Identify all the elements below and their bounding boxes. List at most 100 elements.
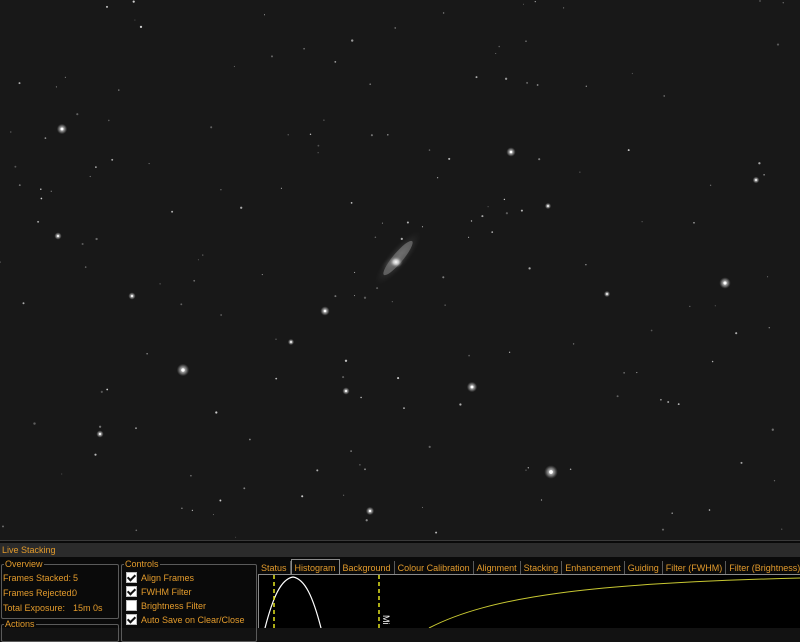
star [118, 89, 120, 91]
star [18, 82, 21, 85]
align-frames-checkbox[interactable]: Align Frames [126, 572, 194, 583]
star [243, 487, 246, 490]
auto-save-checkbox[interactable]: Auto Save on Clear/Close [126, 614, 245, 625]
star [509, 150, 513, 154]
star [572, 343, 575, 345]
star [334, 295, 337, 298]
star [99, 433, 101, 435]
star [359, 463, 361, 466]
star [763, 173, 765, 176]
star [650, 329, 653, 332]
checkbox-box[interactable] [126, 572, 137, 583]
star [263, 14, 266, 16]
star [689, 305, 691, 308]
tab-filter-fwhm[interactable]: Filter (FWHM) [663, 561, 727, 575]
star [585, 264, 587, 266]
tab-colour-calibration[interactable]: Colour Calibration [395, 561, 474, 575]
actions-legend: Actions [5, 619, 35, 629]
star [10, 131, 12, 133]
star [14, 165, 17, 168]
star [50, 190, 52, 192]
tab-enhancement[interactable]: Enhancement [562, 561, 625, 575]
star [334, 60, 337, 63]
tab-alignment[interactable]: Alignment [474, 561, 521, 575]
midpoint-marker-label: Mi [381, 615, 391, 625]
tab-guiding[interactable]: Guiding [625, 561, 663, 575]
total-exposure-value: 15m 0s [73, 603, 103, 613]
star [671, 512, 673, 514]
star [190, 474, 192, 477]
star [40, 188, 42, 191]
star [89, 175, 91, 178]
star [381, 222, 383, 224]
star [360, 396, 362, 399]
star [106, 388, 109, 391]
star [76, 113, 79, 116]
star [233, 65, 235, 68]
checkbox-box[interactable] [126, 600, 137, 611]
star [709, 184, 712, 186]
star [759, 0, 761, 2]
star [61, 473, 63, 475]
star [768, 326, 771, 329]
star [342, 376, 345, 379]
star [193, 279, 196, 282]
checkbox-box[interactable] [126, 586, 137, 597]
star [660, 398, 662, 401]
star [316, 469, 319, 472]
star [606, 293, 608, 295]
star [525, 469, 527, 471]
star [475, 76, 478, 79]
star [526, 81, 529, 84]
star [139, 25, 143, 29]
checkbox-box[interactable] [126, 614, 137, 625]
star [202, 254, 204, 256]
star [776, 43, 780, 46]
star [159, 283, 161, 285]
tab-background[interactable]: Background [340, 561, 395, 575]
star [84, 266, 87, 268]
star [220, 188, 222, 191]
star [37, 220, 40, 223]
tab-filter-brightness[interactable]: Filter (Brightness) [726, 561, 800, 575]
star [758, 162, 761, 165]
stretch-curve [428, 577, 800, 628]
star [481, 215, 484, 218]
star [631, 72, 634, 75]
frames-stacked-row: Frames Stacked: 5 [3, 573, 78, 583]
star [323, 309, 327, 313]
star [585, 85, 587, 87]
star [197, 259, 199, 261]
fwhm-filter-label: FWHM Filter [141, 587, 192, 597]
star [498, 45, 500, 48]
star [95, 237, 98, 241]
actions-group: Actions [1, 620, 119, 642]
total-exposure-label: Total Exposure: [3, 603, 66, 613]
star [181, 507, 183, 510]
star [495, 52, 497, 55]
fwhm-filter-checkbox[interactable]: FWHM Filter [126, 586, 192, 597]
star [100, 390, 103, 393]
brightness-filter-label: Brightness Filter [141, 601, 207, 611]
star [435, 531, 438, 534]
star [180, 303, 183, 306]
star [428, 149, 431, 151]
star [365, 519, 368, 522]
star [623, 372, 625, 374]
tab-stacking[interactable]: Stacking [521, 561, 563, 575]
brightness-filter-checkbox[interactable]: Brightness Filter [126, 600, 206, 611]
tab-status[interactable]: Status [258, 561, 291, 575]
star [436, 177, 439, 179]
star [353, 295, 356, 297]
stacked-image [0, 0, 800, 540]
frames-rejected-label: Frames Rejected: [3, 588, 75, 598]
star [468, 236, 470, 238]
star [740, 461, 743, 464]
star [94, 453, 97, 456]
star [181, 368, 185, 372]
auto-save-label: Auto Save on Clear/Close [141, 615, 245, 625]
star [317, 152, 319, 154]
star [210, 126, 213, 129]
histogram-plot[interactable]: Mi [258, 574, 800, 628]
star [350, 202, 353, 204]
